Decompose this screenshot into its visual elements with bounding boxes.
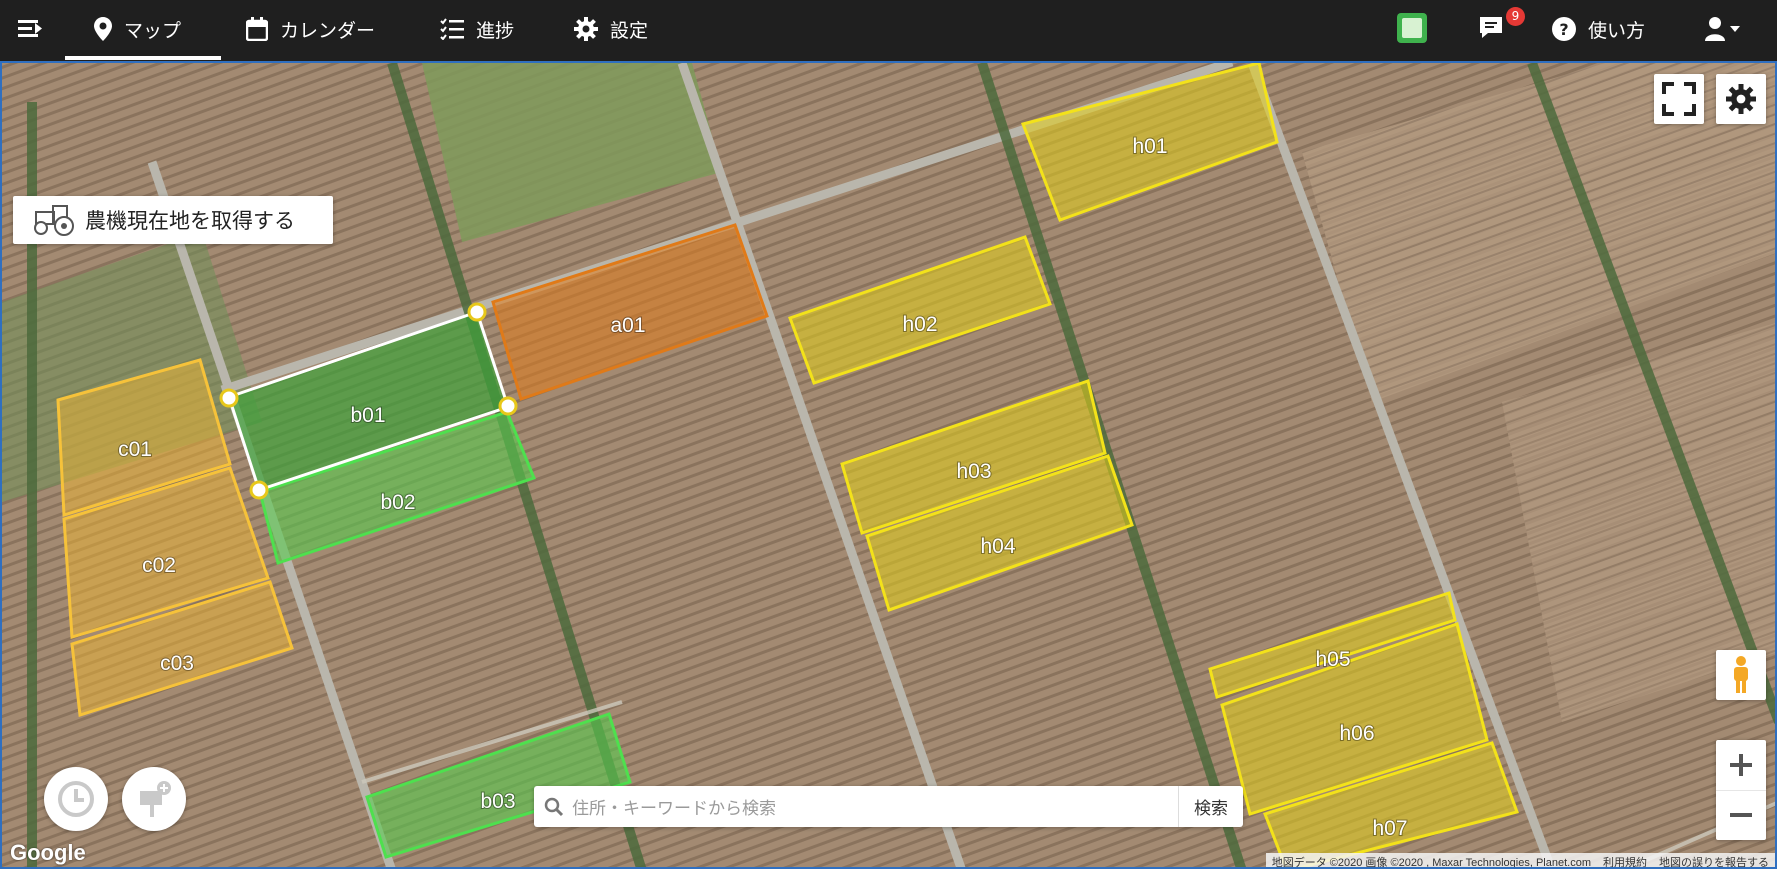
field-label-h06: h06 — [1339, 722, 1374, 745]
field-label-b03: b03 — [480, 790, 515, 813]
zoom-out-button[interactable] — [1716, 791, 1766, 841]
help-button[interactable]: ? 使い方 — [1552, 0, 1645, 58]
street-view-button[interactable] — [1716, 650, 1766, 700]
help-label: 使い方 — [1588, 19, 1646, 42]
nav-tab-calendar-label: カレンダー — [280, 19, 376, 42]
field-label-a01: a01 — [610, 314, 645, 337]
field-label-h07: h07 — [1372, 817, 1407, 840]
gear-icon — [1726, 84, 1756, 114]
minus-icon — [1730, 813, 1752, 818]
vertex-handle[interactable] — [467, 302, 487, 322]
clock-icon — [58, 781, 94, 817]
field-label-h04: h04 — [980, 535, 1015, 558]
plus-icon — [1730, 753, 1752, 776]
field-label-b01: b01 — [350, 404, 385, 427]
nav-tab-settings[interactable]: 設定 — [574, 0, 648, 58]
vertex-handle[interactable] — [498, 396, 518, 416]
notebook-icon[interactable] — [1397, 13, 1427, 43]
nav-tab-map[interactable]: マップ — [94, 0, 181, 58]
map-search-box: 住所・キーワードから検索 検索 — [534, 786, 1243, 827]
field-label-h05: h05 — [1315, 648, 1350, 671]
map-canvas[interactable]: h01 h02 h03 h04 h05 h06 h07 a01 b01 b02 … — [2, 63, 1777, 869]
vertex-handle[interactable] — [249, 480, 269, 500]
menu-toggle-icon[interactable] — [18, 17, 44, 43]
gear-icon — [574, 17, 598, 41]
active-tab-indicator — [65, 56, 221, 60]
nav-tab-progress[interactable]: 進捗 — [440, 0, 514, 58]
notification-badge: 9 — [1506, 6, 1525, 26]
vertex-handle[interactable] — [219, 388, 239, 408]
fullscreen-icon — [1662, 82, 1696, 116]
fullscreen-button[interactable] — [1654, 74, 1704, 124]
get-tractor-location-button[interactable]: 農機現在地を取得する — [13, 196, 333, 244]
field-label-b02: b02 — [380, 491, 415, 514]
tractor-icon — [34, 205, 74, 236]
search-input[interactable]: 住所・キーワードから検索 — [564, 794, 1178, 819]
attribution-data: 地図データ ©2020 画像 ©2020 , Maxar Technologie… — [1271, 857, 1591, 869]
field-label-c03: c03 — [160, 652, 194, 675]
google-logo: Google — [10, 840, 86, 865]
top-navbar: マップ カレンダー 進捗 設定 9 ? 使い方 — [0, 0, 1777, 61]
search-icon — [544, 797, 564, 816]
terms-link[interactable]: 利用規約 — [1603, 854, 1647, 867]
zoom-in-button[interactable] — [1716, 740, 1766, 791]
nav-tab-calendar[interactable]: カレンダー — [246, 0, 375, 58]
field-label-h01: h01 — [1132, 135, 1167, 158]
svg-text:?: ? — [1559, 20, 1568, 39]
map-view[interactable]: h01 h02 h03 h04 h05 h06 h07 a01 b01 b02 … — [0, 61, 1777, 869]
field-label-c02: c02 — [142, 554, 176, 577]
nav-tab-progress-label: 進捗 — [476, 19, 515, 42]
pegman-icon — [1734, 656, 1748, 693]
add-signpost-icon — [140, 781, 171, 817]
report-error-link[interactable]: 地図の誤りを報告する — [1659, 854, 1769, 867]
chat-icon — [1480, 16, 1502, 38]
add-marker-button[interactable] — [122, 767, 186, 831]
search-button[interactable]: 検索 — [1178, 786, 1243, 827]
map-attribution: 地図データ ©2020 画像 ©2020 , Maxar Technologie… — [1265, 853, 1775, 869]
nav-tab-settings-label: 設定 — [610, 19, 649, 42]
map-marker-icon — [94, 17, 112, 41]
tractor-button-label: 農機現在地を取得する — [85, 209, 295, 233]
field-label-h03: h03 — [956, 460, 991, 483]
nav-tab-map-label: マップ — [124, 19, 182, 42]
messages-button[interactable]: 9 — [1478, 0, 1525, 58]
user-icon — [1705, 17, 1740, 41]
checklist-icon — [440, 18, 464, 40]
user-menu-button[interactable] — [1705, 0, 1753, 58]
help-icon: ? — [1552, 17, 1576, 41]
map-settings-button[interactable] — [1716, 74, 1766, 124]
field-label-c01: c01 — [118, 438, 152, 461]
calendar-icon — [246, 17, 268, 41]
field-label-h02: h02 — [902, 313, 937, 336]
history-button[interactable] — [44, 767, 108, 831]
zoom-control — [1716, 740, 1766, 840]
